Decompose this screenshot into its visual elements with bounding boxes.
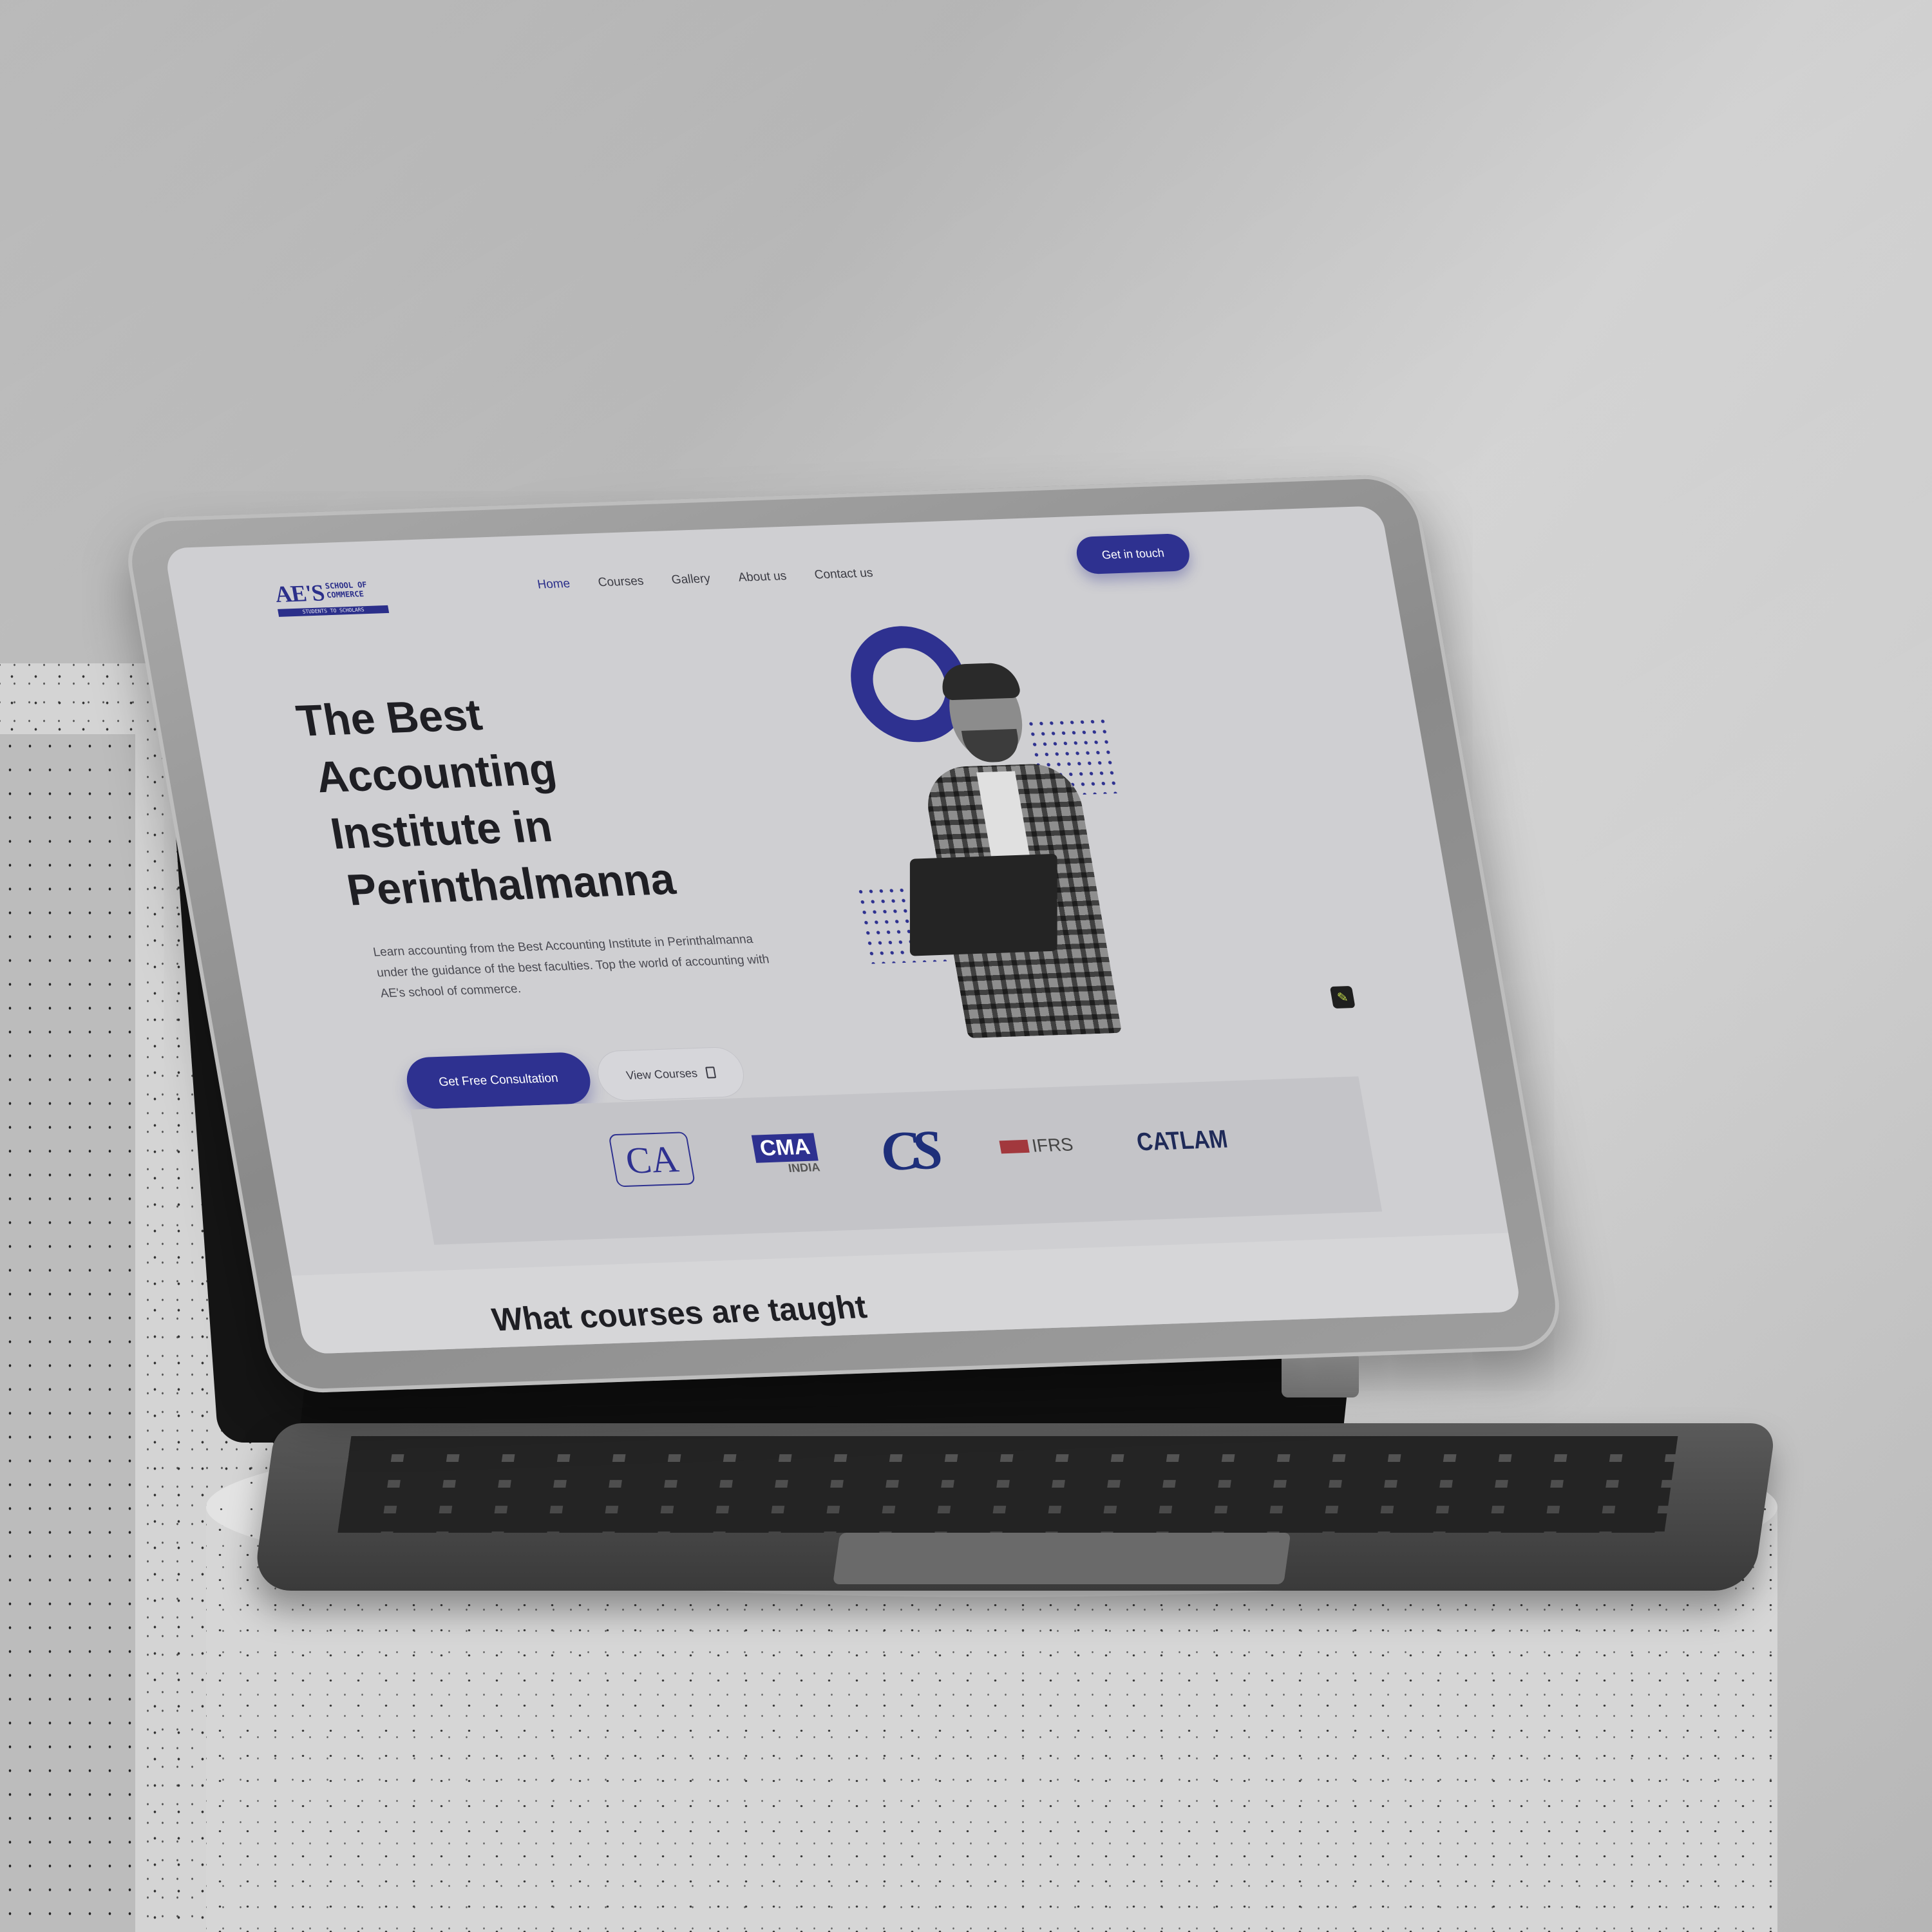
student-hair xyxy=(938,662,1021,701)
back-pedestal-side xyxy=(0,734,135,1932)
get-in-touch-button[interactable]: Get in touch xyxy=(1074,533,1193,575)
hero-title: The Best Accounting Institute in Perinth… xyxy=(292,677,781,919)
keyboard xyxy=(252,1423,1777,1591)
hero-description: Learn accounting from the Best Accountin… xyxy=(372,932,771,1001)
ifrs-logo-text: IFRS xyxy=(1030,1134,1075,1156)
nav-contact[interactable]: Contact us xyxy=(813,566,874,582)
cma-india-logo: CMA INDIA xyxy=(751,1133,821,1176)
pencil-icon[interactable]: ✎ xyxy=(1329,985,1356,1009)
cma-logo-text: CMA xyxy=(751,1133,819,1163)
ca-logo: CA xyxy=(608,1132,696,1188)
cs-logo: CS xyxy=(876,1118,942,1182)
ifrs-logo-mark xyxy=(999,1139,1030,1154)
logo-main-text: AE'S xyxy=(272,580,327,607)
tablet-device: AE'S SCHOOL OF COMMERCE STUDENTS TO SCHO… xyxy=(120,473,1567,1394)
trackpad xyxy=(833,1533,1291,1584)
get-free-consultation-button[interactable]: Get Free Consultation xyxy=(402,1052,594,1110)
site-logo[interactable]: AE'S SCHOOL OF COMMERCE STUDENTS TO SCHO… xyxy=(272,577,391,617)
cma-logo-subtext: INDIA xyxy=(787,1160,821,1175)
student-laptop xyxy=(909,853,1057,956)
nav-courses[interactable]: Courses xyxy=(597,574,645,590)
website-screen: AE'S SCHOOL OF COMMERCE STUDENTS TO SCHO… xyxy=(164,506,1522,1354)
main-nav: Home Courses Gallery About us Contact us xyxy=(536,566,874,592)
courses-section xyxy=(291,1233,1522,1354)
book-icon xyxy=(705,1066,717,1079)
student-beard xyxy=(961,728,1023,763)
view-courses-button[interactable]: View Courses xyxy=(593,1046,748,1102)
view-courses-label: View Courses xyxy=(625,1066,699,1082)
catlam-logo: CATLAM xyxy=(1134,1124,1230,1157)
ifrs-logo: IFRS xyxy=(998,1134,1075,1157)
nav-home[interactable]: Home xyxy=(536,577,571,592)
keyboard-keys xyxy=(337,1436,1678,1533)
hinge-connector xyxy=(1282,1352,1359,1397)
logo-side-text: SCHOOL OF COMMERCE xyxy=(325,580,388,600)
nav-about[interactable]: About us xyxy=(737,569,788,585)
logo-side-line2: COMMERCE xyxy=(326,589,365,600)
nav-gallery[interactable]: Gallery xyxy=(670,572,712,587)
